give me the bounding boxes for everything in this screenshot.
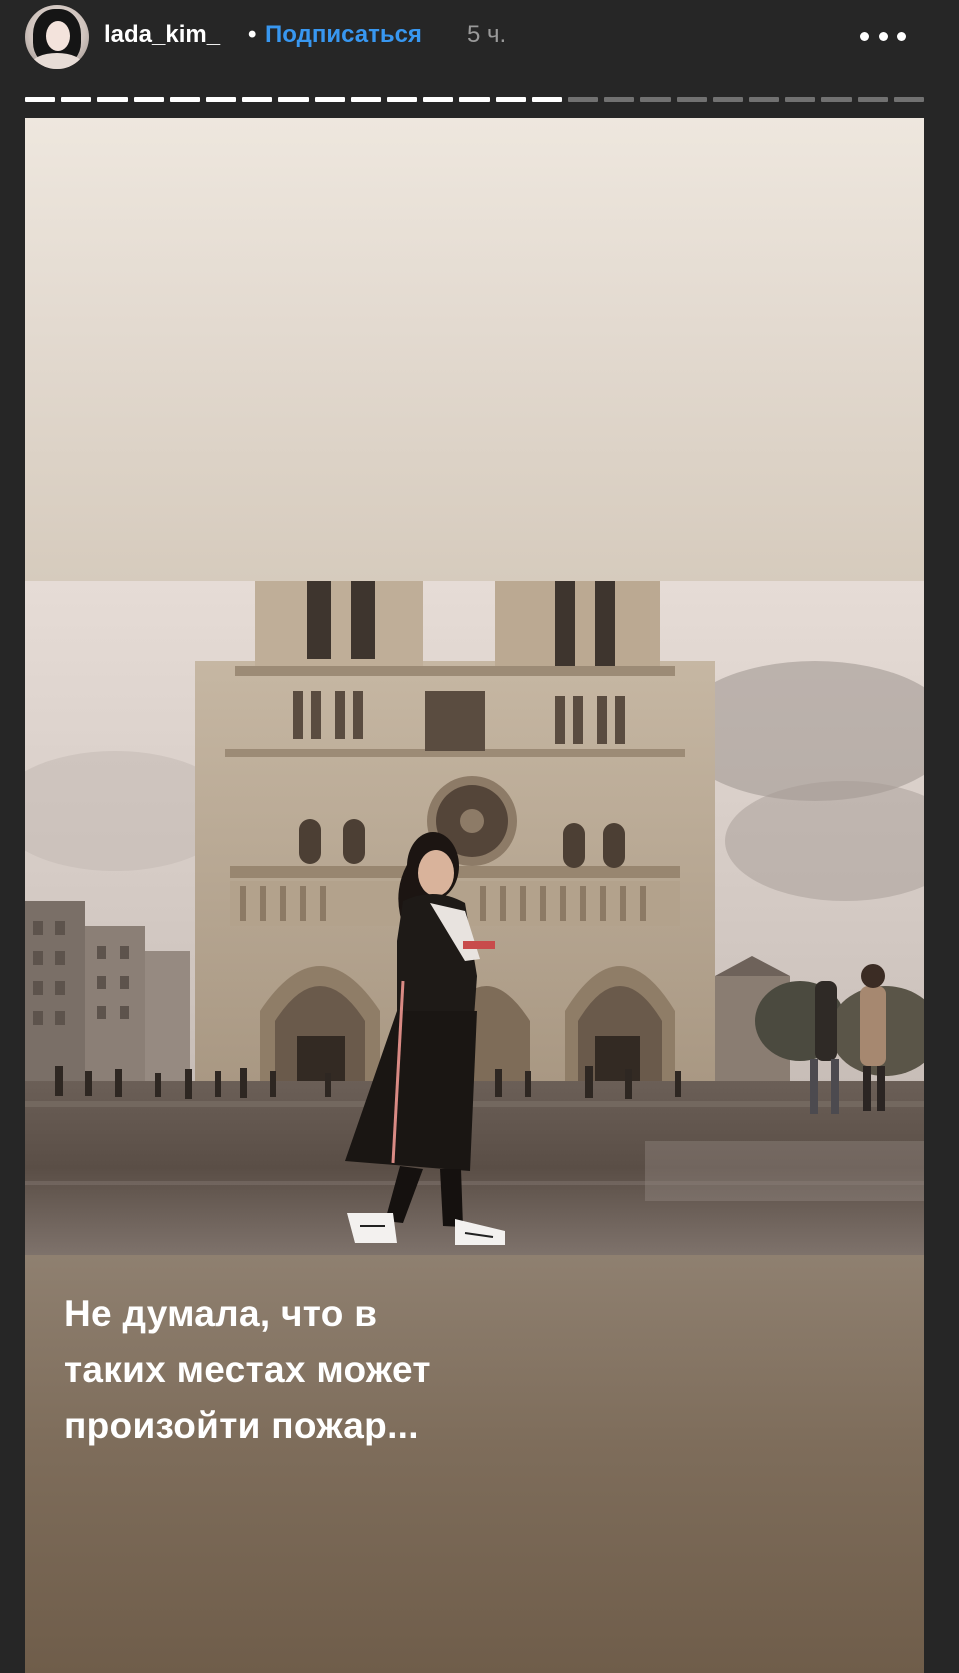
progress-segment — [25, 97, 56, 102]
story-viewer: lada_kim_ • Подписаться 5 ч. Не думала, … — [0, 0, 959, 1673]
progress-segment — [893, 97, 925, 102]
story-background-top — [25, 118, 924, 581]
username-link[interactable]: lada_kim_ — [104, 21, 220, 49]
story-photo — [25, 581, 924, 1255]
progress-segment — [350, 97, 382, 102]
follow-button[interactable]: Подписаться — [265, 21, 422, 49]
progress-segment — [749, 97, 780, 102]
progress-segment — [278, 97, 309, 102]
progress-segment — [604, 97, 635, 102]
caption-line: таких местах может — [64, 1349, 431, 1390]
progress-segment — [821, 97, 852, 102]
progress-segment — [61, 97, 92, 102]
progress-segment — [712, 97, 744, 102]
separator-dot: • — [248, 21, 257, 48]
progress-segment — [785, 97, 816, 102]
progress-segment — [423, 97, 454, 102]
avatar[interactable] — [25, 5, 89, 69]
progress-segment — [387, 97, 418, 102]
story-content[interactable]: Не думала, что в таких местах может произо… — [25, 118, 924, 1673]
progress-segment — [97, 97, 128, 102]
story-header: lada_kim_ • Подписаться 5 ч. — [0, 0, 959, 78]
progress-segment — [495, 97, 526, 102]
progress-segment — [459, 97, 490, 102]
story-caption: Не думала, что в таких местах может произо… — [64, 1286, 864, 1454]
story-timestamp: 5 ч. — [467, 21, 507, 48]
progress-segment — [242, 97, 273, 102]
caption-line: произойти пожар... — [64, 1405, 419, 1446]
progress-segment — [169, 97, 201, 102]
progress-segment — [314, 97, 345, 102]
progress-segment — [568, 97, 599, 102]
progress-segment — [676, 97, 707, 102]
caption-line: Не думала, что в — [64, 1293, 378, 1334]
progress-segment — [857, 97, 888, 102]
progress-segment — [531, 97, 563, 102]
progress-segment — [640, 97, 671, 102]
progress-segment — [133, 97, 164, 102]
story-progress-bar — [25, 97, 925, 102]
more-options-icon[interactable] — [860, 26, 906, 46]
progress-segment — [206, 97, 237, 102]
